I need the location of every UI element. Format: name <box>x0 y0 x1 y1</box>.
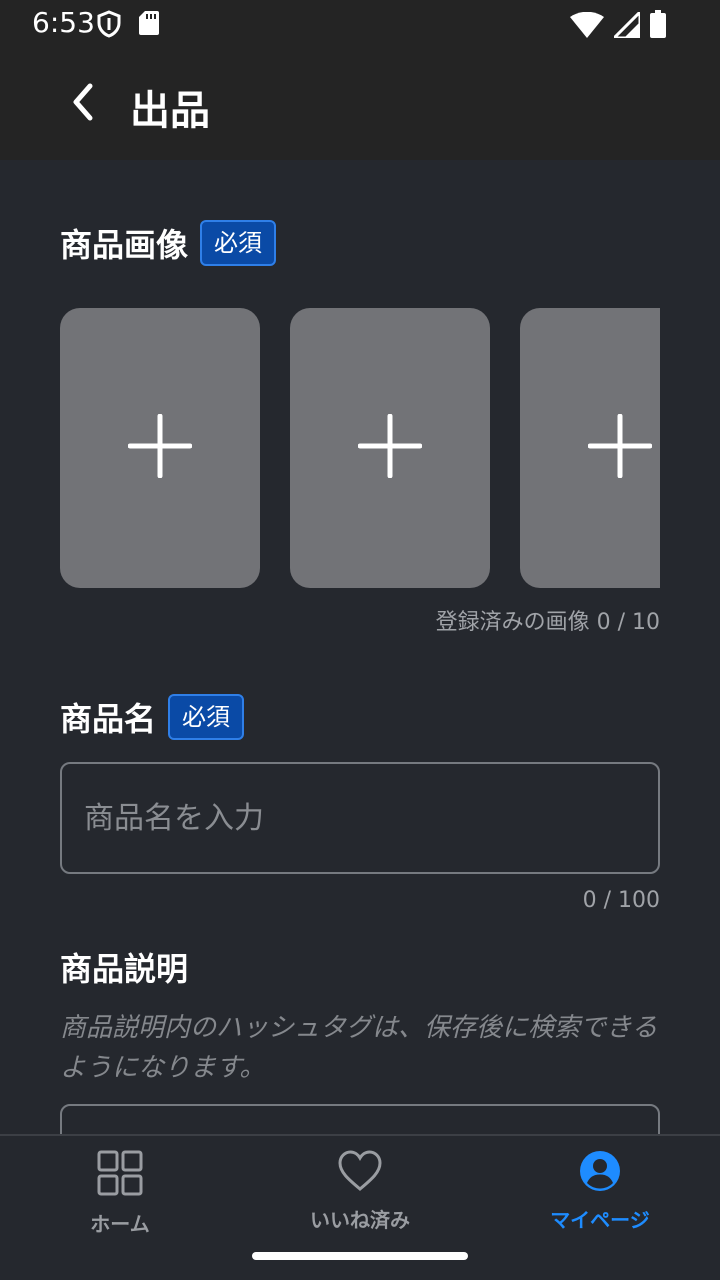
nav-item-liked[interactable]: いいね済み <box>240 1150 480 1240</box>
product-name-input[interactable] <box>60 762 660 874</box>
product-images-heading: 商品画像 必須 <box>60 220 277 266</box>
heart-icon <box>338 1150 382 1196</box>
product-images-label: 商品画像 <box>60 226 189 264</box>
nav-label-liked: いいね済み <box>310 1208 410 1232</box>
image-slot-list[interactable] <box>60 308 660 588</box>
listing-form[interactable]: 商品画像 必須 登録済みの画像 0 / 10 商品名 必須 0 / 100 商品… <box>0 160 720 1134</box>
add-image-slot[interactable] <box>290 308 490 588</box>
required-badge: 必須 <box>168 694 245 740</box>
product-name-counter: 0 / 100 <box>582 888 660 913</box>
page-title: 出品 <box>130 88 210 134</box>
nav-label-home: ホーム <box>90 1212 150 1236</box>
product-description-heading: 商品説明 <box>60 944 188 990</box>
description-hint: 商品説明内のハッシュタグは、保存後に検索できるようになります。 <box>60 1013 658 1083</box>
wifi-icon <box>570 11 604 42</box>
plus-icon <box>587 413 653 482</box>
shield-icon <box>96 10 122 42</box>
status-bar: 6:53 <box>0 0 720 48</box>
app-bar: 出品 <box>0 48 720 160</box>
back-button[interactable] <box>48 68 116 140</box>
nav-item-home[interactable]: ホーム <box>0 1150 240 1240</box>
signal-icon <box>610 8 642 42</box>
status-time: 6:53 <box>32 6 95 39</box>
add-image-slot[interactable] <box>60 308 260 588</box>
grid-icon <box>97 1150 143 1200</box>
add-image-slot[interactable] <box>520 308 660 588</box>
account-circle-icon <box>579 1150 621 1196</box>
plus-icon <box>357 413 423 482</box>
sd-card-icon <box>138 10 160 42</box>
product-name-heading: 商品名 必須 <box>60 694 245 740</box>
product-name-label: 商品名 <box>60 700 157 738</box>
battery-icon <box>650 10 666 42</box>
chevron-left-icon <box>68 82 96 126</box>
nav-item-mypage[interactable]: マイページ <box>480 1150 720 1240</box>
nav-label-mypage: マイページ <box>550 1208 650 1232</box>
product-description-label: 商品説明 <box>60 950 189 988</box>
product-description-input[interactable] <box>60 1104 660 1134</box>
gesture-handle[interactable] <box>252 1252 468 1260</box>
required-badge: 必須 <box>200 220 277 266</box>
image-counter: 登録済みの画像 0 / 10 <box>435 610 660 635</box>
plus-icon <box>127 413 193 482</box>
